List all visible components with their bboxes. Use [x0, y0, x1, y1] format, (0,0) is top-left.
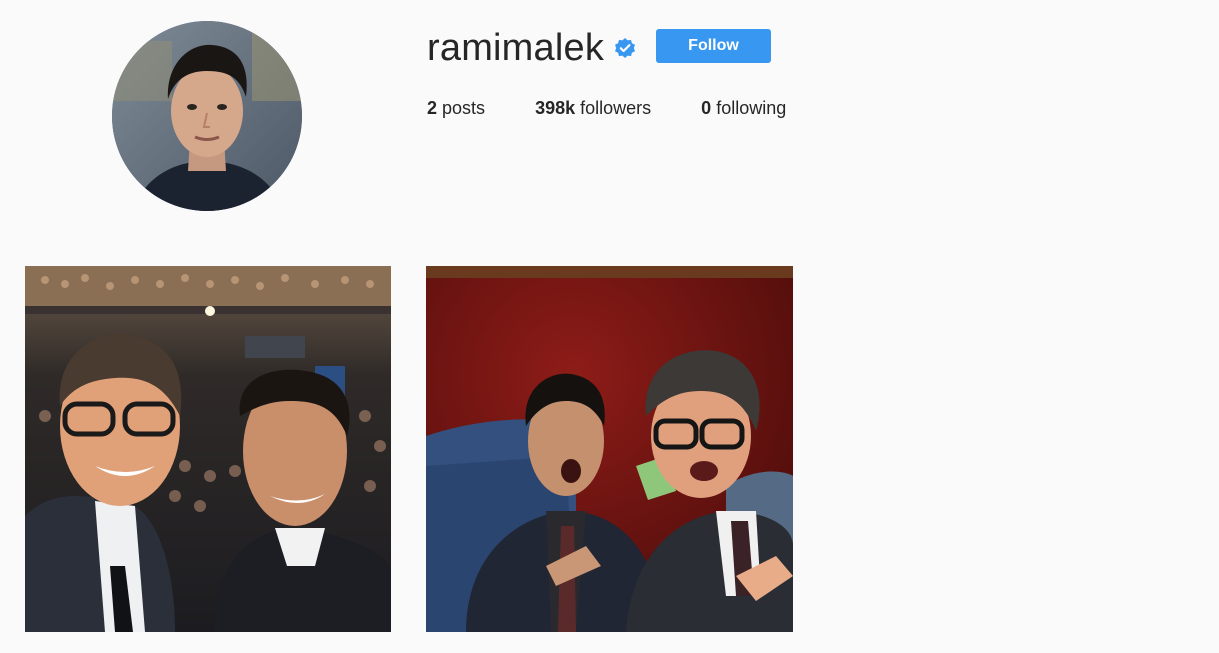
verified-badge-icon: [613, 36, 637, 60]
username: ramimalek: [427, 27, 605, 69]
profile-avatar[interactable]: [112, 21, 302, 211]
followers-link[interactable]: 398k followers: [535, 96, 651, 120]
followers-label: followers: [580, 98, 652, 118]
following-count: 0: [701, 98, 712, 118]
profile-stats: 2 posts 398k followers 0 following: [427, 96, 836, 120]
post-thumbnail-1[interactable]: [25, 266, 391, 632]
follow-button[interactable]: Follow: [656, 29, 771, 63]
following-label: following: [716, 98, 787, 118]
post-image-1: [25, 266, 391, 632]
username-row: ramimalek: [427, 26, 637, 70]
avatar-image: [112, 21, 302, 211]
posts-label: posts: [442, 98, 486, 118]
post-image-2: [426, 266, 793, 632]
following-link[interactable]: 0 following: [701, 96, 786, 120]
post-thumbnail-2[interactable]: [426, 266, 793, 632]
posts-count: 2: [427, 98, 438, 118]
profile-page: ramimalek Follow 2 posts 398k followers …: [0, 0, 1219, 653]
followers-count: 398k: [535, 98, 576, 118]
posts-stat: 2 posts: [427, 96, 485, 120]
